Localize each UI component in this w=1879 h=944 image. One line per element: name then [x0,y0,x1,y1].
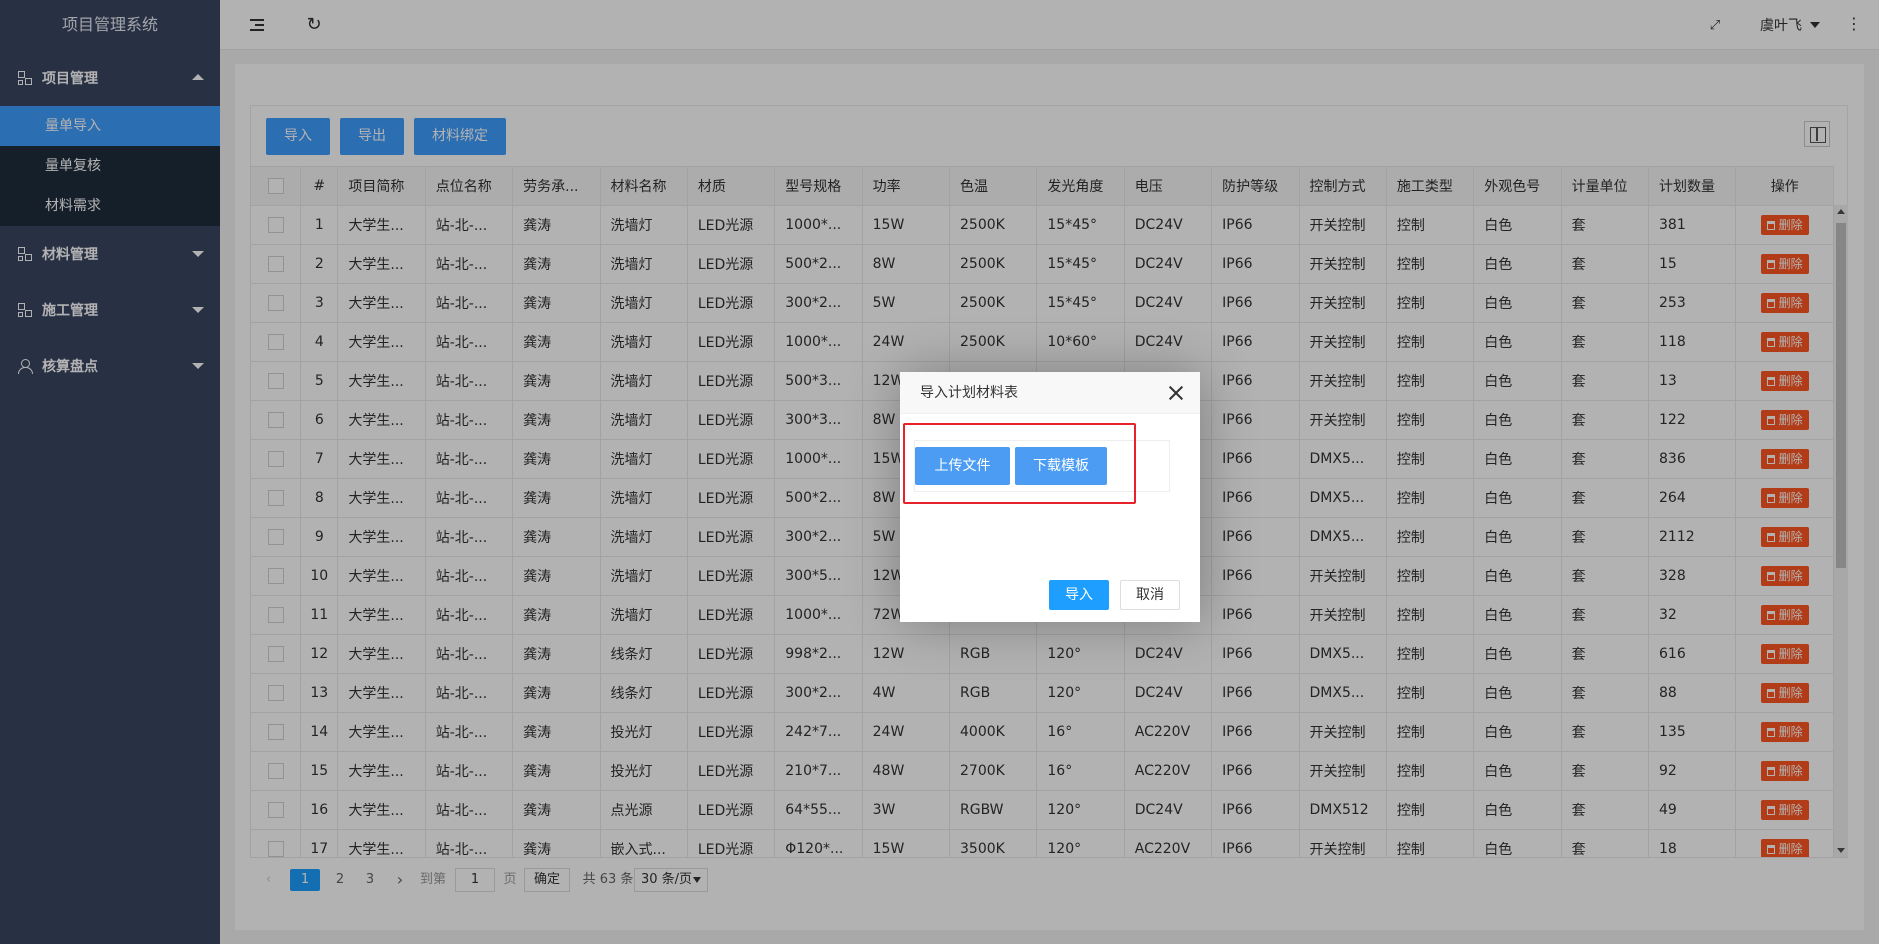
close-icon[interactable] [1168,385,1184,401]
dialog-title: 导入计划材料表 [900,372,1200,414]
dialog-cancel-button[interactable]: 取消 [1120,580,1180,610]
dialog-import-button[interactable]: 导入 [1049,580,1109,610]
highlight-box [903,423,1136,504]
